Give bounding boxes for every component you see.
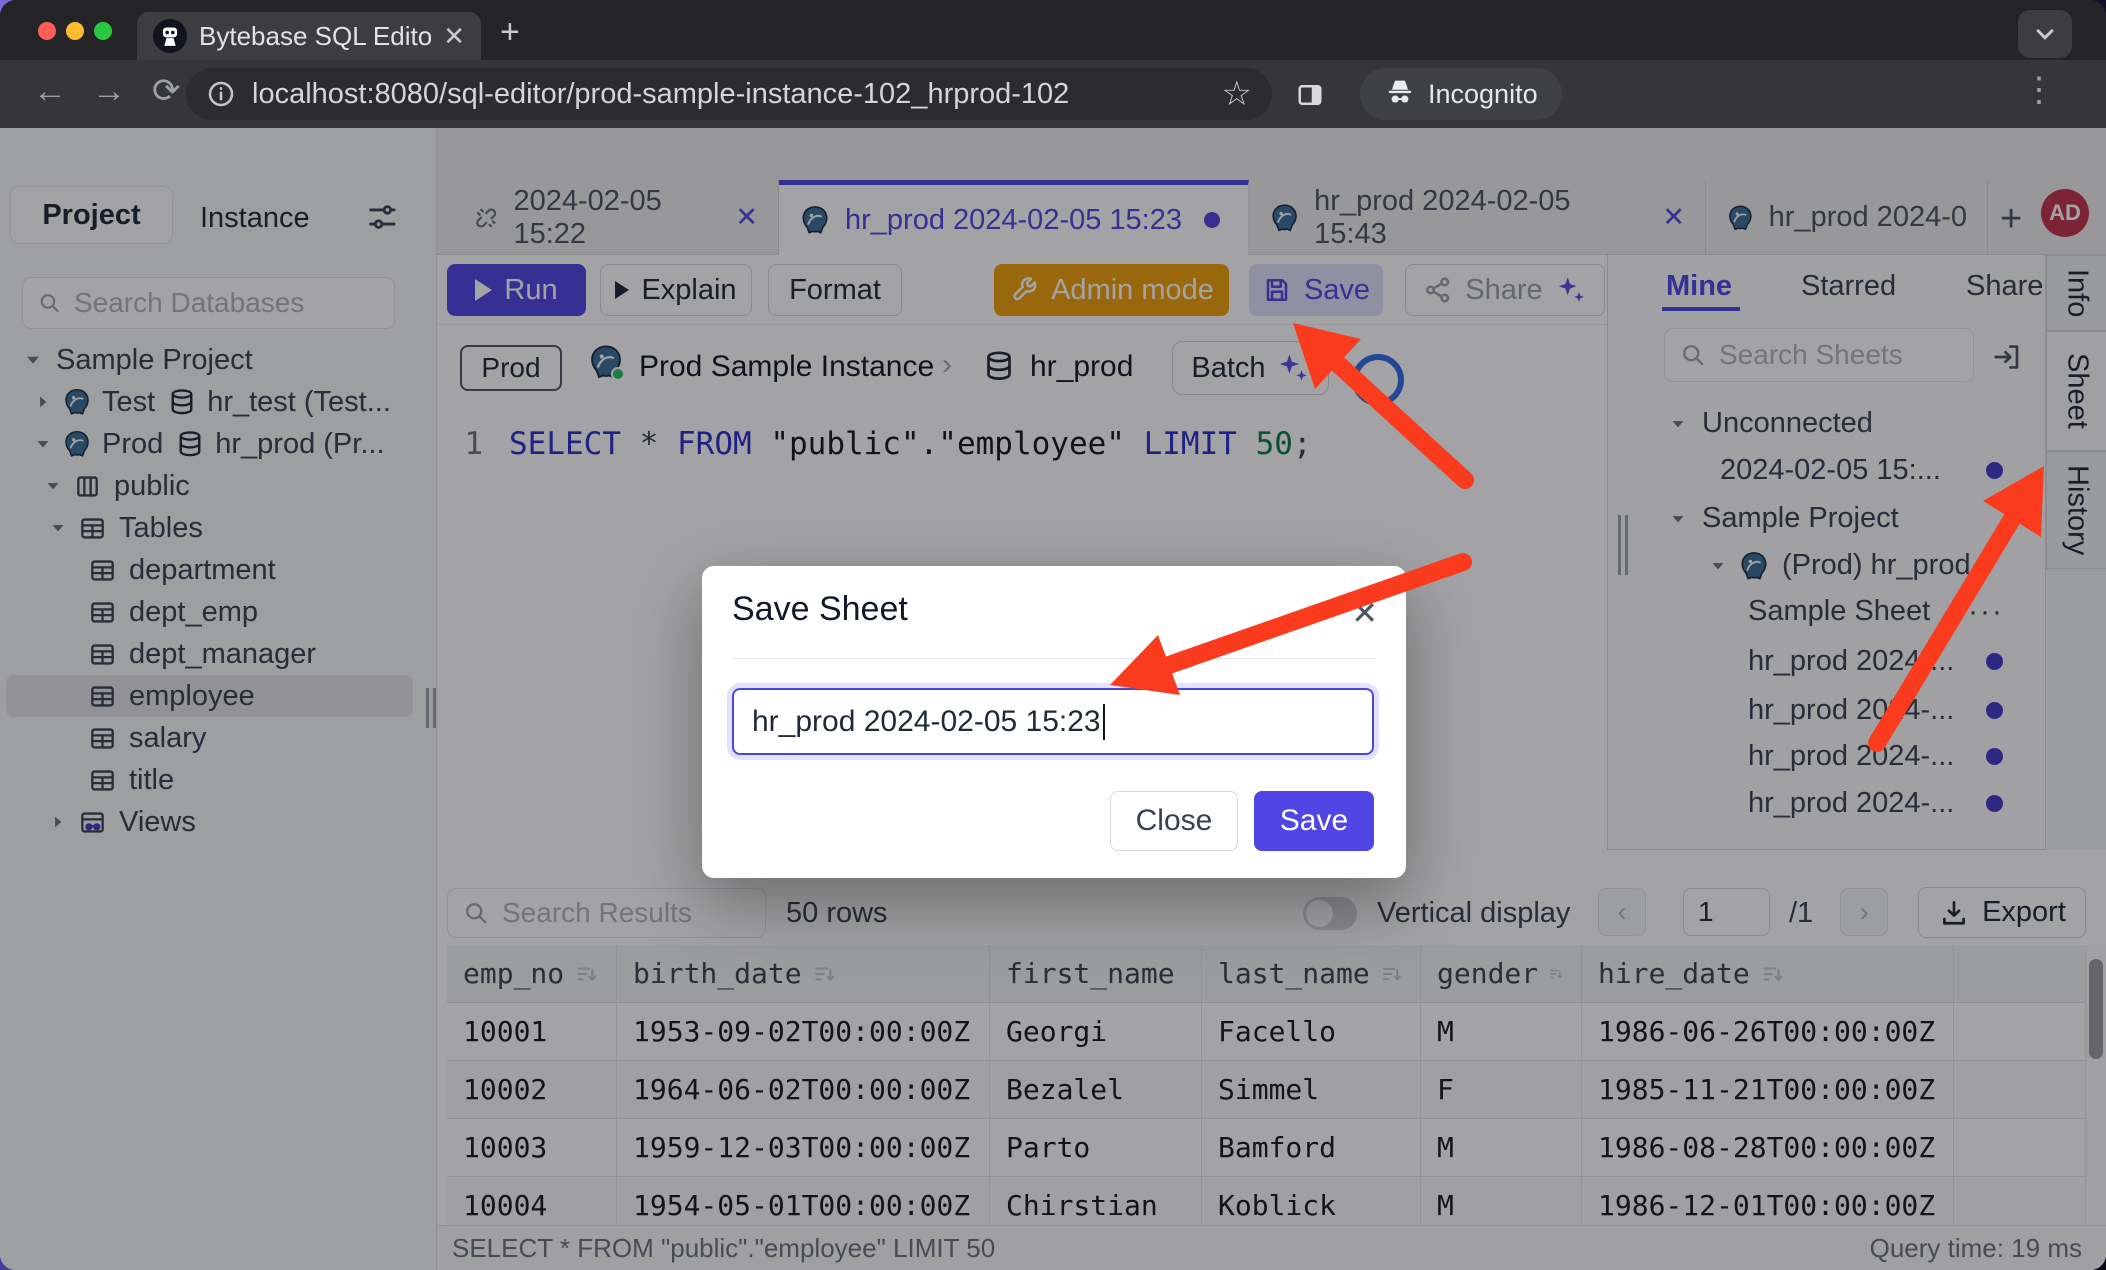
browser-tab[interactable]: Bytebase SQL Editor ✕ [137,12,481,60]
zoom-window-button[interactable] [94,22,112,40]
close-window-button[interactable] [38,22,56,40]
incognito-label: Incognito [1428,79,1538,110]
modal-title: Save Sheet [732,590,908,629]
bytebase-app: Project Instance Sample Project Test hr_… [0,128,2106,1270]
modal-close-icon[interactable]: ✕ [1351,594,1378,632]
close-tab-icon[interactable]: ✕ [443,21,465,52]
incognito-icon [1384,78,1416,110]
modal-save-button[interactable]: Save [1254,791,1374,851]
tab-search-button[interactable] [2018,10,2072,58]
site-info-icon[interactable] [206,79,236,109]
modal-divider [732,658,1376,659]
reload-icon[interactable]: ⟳ [152,71,181,111]
address-bar[interactable]: localhost:8080/sql-editor/prod-sample-in… [186,68,1272,120]
modal-close-button[interactable]: Close [1110,791,1238,851]
bytebase-favicon-icon [153,19,187,53]
browser-window: Bytebase SQL Editor ✕ + ← → ⟳ localhost:… [0,0,2106,1270]
incognito-badge: Incognito [1360,68,1562,120]
browser-chrome: Bytebase SQL Editor ✕ + ← → ⟳ localhost:… [0,0,2106,128]
forward-icon[interactable]: → [92,72,126,111]
browser-tab-title: Bytebase SQL Editor [199,21,431,52]
browser-urlbar: ← → ⟳ localhost:8080/sql-editor/prod-sam… [0,60,2106,128]
sheet-name-input[interactable]: hr_prod 2024-02-05 15:23 [732,688,1374,755]
minimize-window-button[interactable] [66,22,84,40]
url-text: localhost:8080/sql-editor/prod-sample-in… [252,78,1069,111]
browser-menu-icon[interactable]: ⋮ [2022,70,2056,110]
browser-tabstrip: Bytebase SQL Editor ✕ + [0,0,2106,60]
save-sheet-modal: Save Sheet ✕ hr_prod 2024-02-05 15:23 Cl… [702,566,1406,878]
text-cursor [1103,704,1105,740]
bookmark-star-icon[interactable]: ☆ [1222,74,1252,114]
side-panel-icon[interactable] [1295,80,1325,110]
new-browser-tab-button[interactable]: + [500,18,520,46]
back-icon[interactable]: ← [33,72,67,111]
